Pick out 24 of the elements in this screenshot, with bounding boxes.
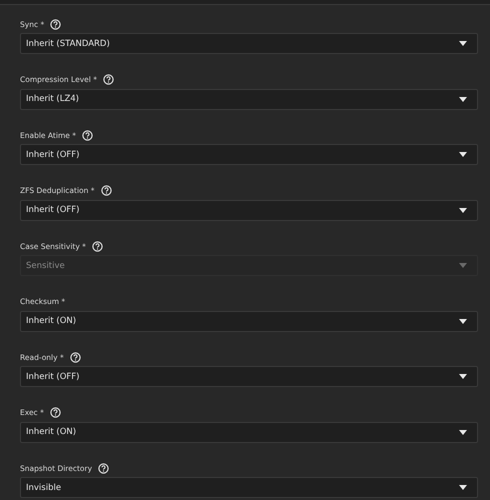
select-field[interactable]: Invisible <box>20 477 478 498</box>
caret-icon <box>459 208 467 212</box>
help-icon[interactable] <box>50 407 61 418</box>
help-icon[interactable] <box>70 352 81 362</box>
help-icon[interactable] <box>82 130 94 140</box>
select-field[interactable]: Inherit (ON) <box>20 422 478 442</box>
select-field[interactable]: Inherit (STANDARD) <box>20 33 478 54</box>
help-icon[interactable] <box>50 18 62 30</box>
select-field[interactable]: Inherit (ON) <box>20 310 478 332</box>
select-field[interactable]: Inherit (OFF) <box>20 366 478 387</box>
select-field[interactable]: Inherit (LZ4) <box>20 88 478 110</box>
caret-icon <box>459 485 467 490</box>
help-icon[interactable] <box>100 185 112 196</box>
caret-icon <box>459 152 467 157</box>
caret-icon <box>459 430 467 434</box>
caret-icon <box>459 96 467 102</box>
select-field[interactable]: Inherit (OFF) <box>20 144 478 165</box>
caret-icon <box>459 41 467 46</box>
help-icon[interactable] <box>98 462 110 474</box>
caret-icon <box>459 318 467 324</box>
select-field[interactable]: Inherit (OFF) <box>20 200 478 220</box>
caret-icon <box>459 263 467 268</box>
caret-icon <box>459 374 467 379</box>
help-icon[interactable] <box>102 74 114 85</box>
